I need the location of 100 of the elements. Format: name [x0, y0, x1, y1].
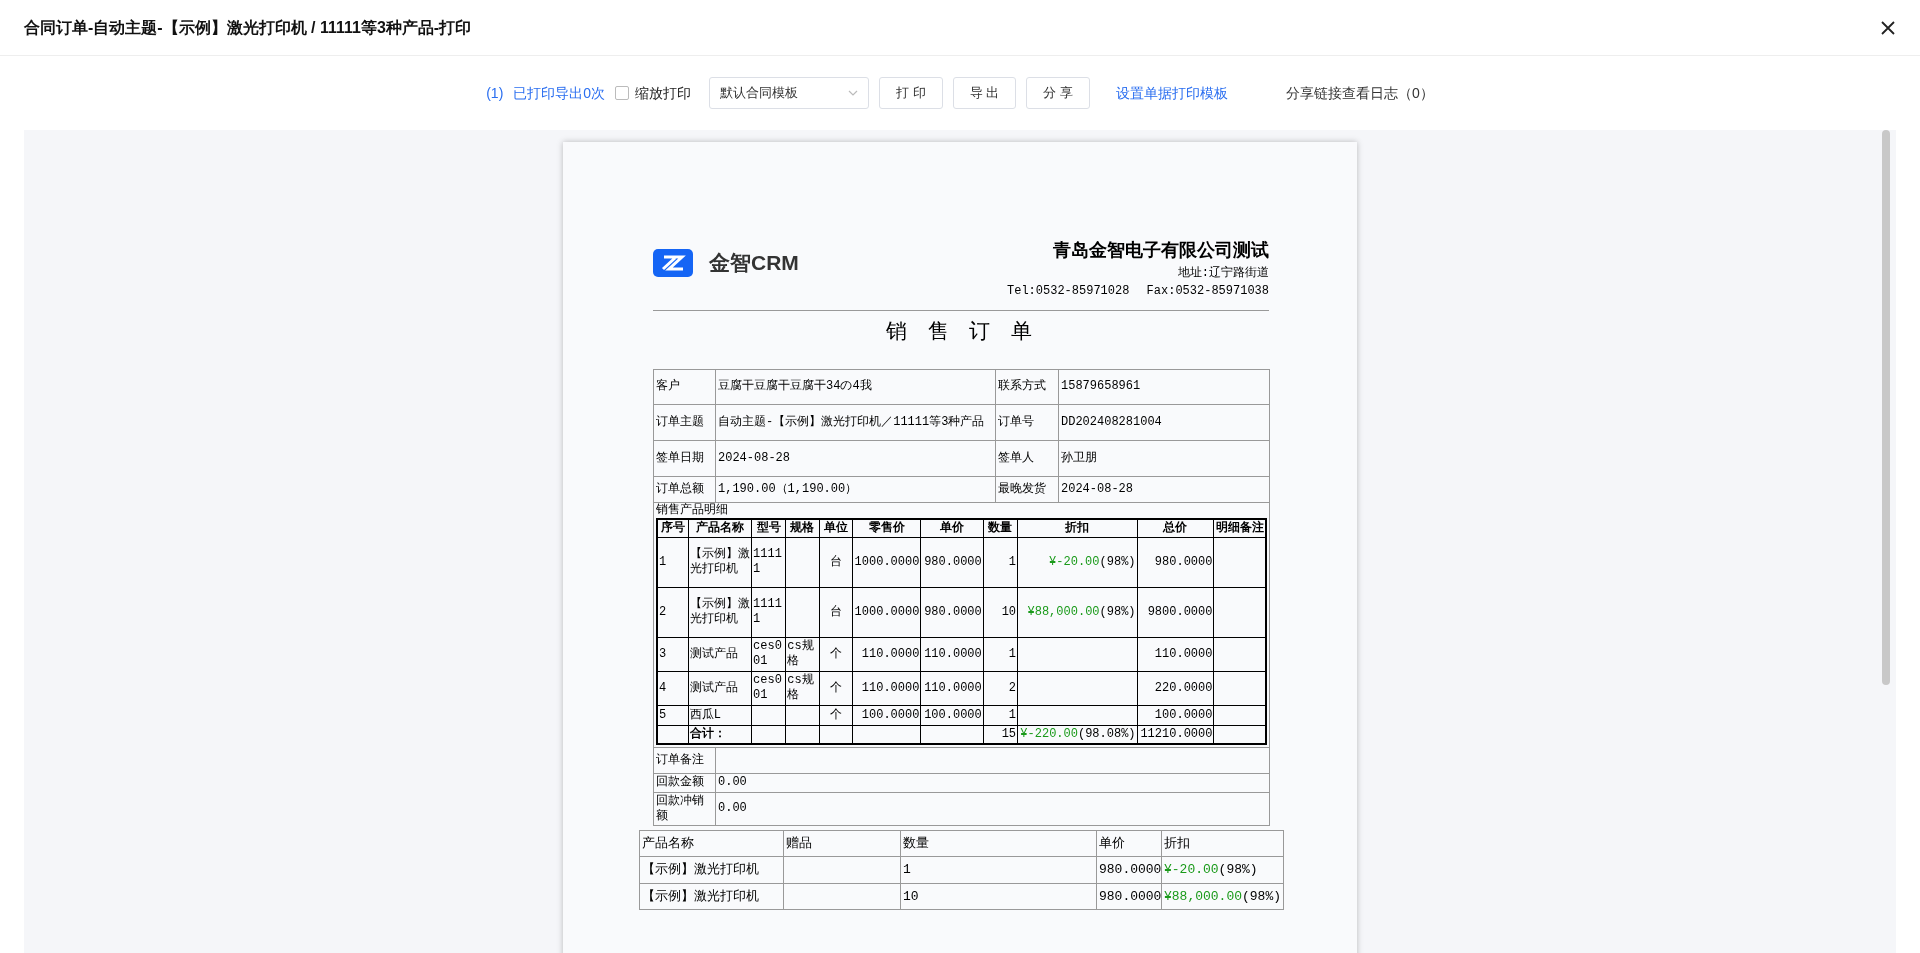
field-value: 2024-08-28 — [1058, 476, 1270, 502]
table-cell: 1 — [983, 705, 1018, 725]
column-header: 总价 — [1137, 518, 1214, 537]
column-header: 赠品 — [783, 830, 901, 857]
table-cell: 10 — [983, 587, 1018, 637]
print-status-link[interactable]: 已打印导出0次 — [513, 82, 606, 104]
scrollbar[interactable] — [1882, 130, 1890, 685]
column-header: 产品名称 — [639, 830, 784, 857]
field-value: DD202408281004 — [1058, 404, 1270, 440]
toolbar-button[interactable]: 导 出 — [952, 77, 1017, 109]
column-header: 数量 — [900, 830, 1097, 857]
column-header: 单价 — [1096, 830, 1162, 857]
table-cell: 【示例】激光打印机 — [639, 883, 784, 910]
field-label: 订单备注 — [653, 747, 716, 773]
table-cell: 1 — [657, 537, 689, 587]
phone-number: Tel:0532-85971028 — [1007, 283, 1130, 300]
table-cell: 11111 — [751, 537, 786, 587]
column-header: 明细备注 — [1213, 518, 1266, 537]
document-title: 销 售 订 单 — [885, 320, 1037, 346]
field-label: 回款金额 — [653, 773, 716, 792]
table-cell: 【示例】激光打印机 — [688, 537, 752, 587]
table-cell: 220.0000 — [1137, 671, 1214, 705]
column-header: 型号 — [751, 518, 786, 537]
column-header: 单价 — [920, 518, 984, 537]
table-cell: 1 — [983, 537, 1018, 587]
column-header: 数量 — [983, 518, 1018, 537]
table-cell: 110.0000 — [852, 671, 921, 705]
table-cell: cs规格 — [785, 671, 820, 705]
column-header: 规格 — [785, 518, 820, 537]
close-icon[interactable] — [1880, 19, 1896, 36]
field-label: 回款冲销额 — [653, 792, 716, 825]
table-cell: 980.0000 — [1096, 856, 1162, 883]
table-cell: 个 — [819, 705, 853, 725]
table-cell: 1 — [900, 856, 1097, 883]
table-cell: 980.0000 — [1096, 883, 1162, 910]
field-label: 签单日期 — [653, 440, 716, 476]
field-label: 客户 — [653, 369, 716, 404]
field-label: 订单号 — [995, 404, 1059, 440]
table-cell: 个 — [819, 637, 853, 671]
table-cell: 980.0000 — [920, 537, 984, 587]
column-header: 折扣 — [1161, 830, 1284, 857]
field-value: 1,190.00（1,190.00） — [715, 476, 996, 502]
table-cell: 100.0000 — [1137, 705, 1214, 725]
toolbar-button[interactable]: 打 印 — [879, 77, 943, 109]
chevron-down-icon — [848, 90, 859, 96]
table-cell: 110.0000 — [920, 671, 984, 705]
table-cell: ces001 — [751, 671, 786, 705]
column-header: 折扣 — [1017, 518, 1138, 537]
table-cell: 2 — [657, 587, 689, 637]
table-cell: 台 — [819, 537, 853, 587]
field-value: 0.00 — [715, 773, 1270, 792]
table-cell: 测试产品 — [688, 637, 752, 671]
fax-number: Fax:0532-85971038 — [1146, 283, 1269, 300]
table-cell: 100.0000 — [920, 705, 984, 725]
table-cell: 1 — [983, 637, 1018, 671]
table-cell: 110.0000 — [920, 637, 984, 671]
section-caption: 销售产品明细 — [656, 502, 729, 518]
table-cell: ¥-20.00(98%) — [1017, 537, 1138, 587]
table-cell: 11111 — [751, 587, 786, 637]
column-header: 序号 — [657, 518, 689, 537]
table-cell: 100.0000 — [852, 705, 921, 725]
total-value: ¥-220.00(98.08%) — [1017, 725, 1138, 744]
table-cell: 台 — [819, 587, 853, 637]
table-cell: 【示例】激光打印机 — [688, 587, 752, 637]
print-template-link[interactable]: 设置单据打印模板 — [1116, 82, 1228, 104]
field-value: 0.00 — [715, 792, 1270, 825]
template-select[interactable]: 默认合同模板 — [709, 77, 870, 109]
total-label: 合计： — [688, 725, 752, 744]
toolbar-button[interactable]: 分 享 — [1026, 77, 1090, 109]
table-cell: ces001 — [751, 637, 786, 671]
table-cell: ¥-20.00(98%) — [1161, 856, 1284, 883]
company-address: 地址:辽宁路街道 — [1176, 265, 1269, 282]
table-cell: 980.0000 — [1137, 537, 1214, 587]
table-cell: 10 — [900, 883, 1097, 910]
table-cell: 5 — [657, 705, 689, 725]
field-value: 2024-08-28 — [715, 440, 996, 476]
table-cell: 4 — [657, 671, 689, 705]
field-label: 订单总额 — [653, 476, 716, 502]
table-cell: 个 — [819, 671, 853, 705]
table-cell: 9800.0000 — [1137, 587, 1214, 637]
select-value: 默认合同模板 — [720, 84, 799, 103]
table-cell: 【示例】激光打印机 — [639, 856, 784, 883]
page-count-link[interactable]: (1) — [486, 82, 504, 104]
scale-print-checkbox[interactable] — [615, 86, 630, 100]
company-name: 青岛金智电子有限公司测试 — [1052, 239, 1269, 262]
dialog-title: 合同订单-自动主题-【示例】激光打印机 / 11111等3种产品-打印 — [24, 17, 472, 38]
field-value: 豆腐干豆腐干豆腐干34の4我 — [715, 369, 996, 404]
logo-icon — [653, 248, 693, 277]
table-cell: ¥88,000.00(98%) — [1017, 587, 1138, 637]
checkbox-label: 缩放打印 — [635, 83, 692, 103]
field-label: 最晚发货 — [995, 476, 1059, 502]
table-cell: cs规格 — [785, 637, 820, 671]
table-cell: 110.0000 — [852, 637, 921, 671]
table-cell: 3 — [657, 637, 689, 671]
column-header: 单位 — [819, 518, 853, 537]
field-label: 订单主题 — [653, 404, 716, 440]
table-cell: 西瓜L — [688, 705, 752, 725]
share-log-link[interactable]: 分享链接查看日志（0） — [1286, 82, 1434, 104]
table-cell: 测试产品 — [688, 671, 752, 705]
table-cell: 1000.0000 — [852, 587, 921, 637]
